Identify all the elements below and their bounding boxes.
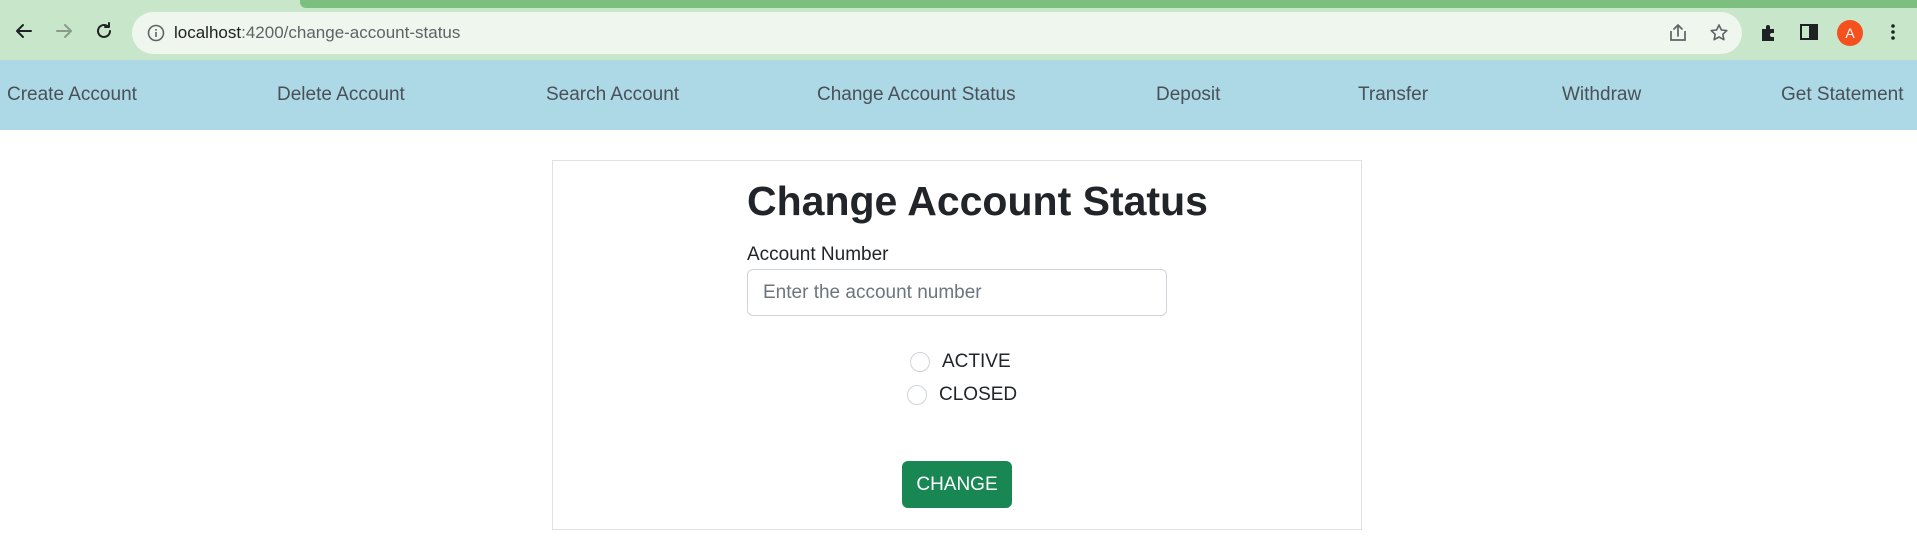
page-title: Change Account Status	[747, 178, 1208, 224]
radio-active-label: ACTIVE	[942, 351, 1011, 372]
kebab-menu-icon[interactable]	[1882, 21, 1904, 43]
back-arrow-icon[interactable]	[11, 18, 37, 44]
share-icon[interactable]	[1667, 22, 1689, 44]
radio-closed[interactable]	[907, 385, 927, 405]
status-option-active[interactable]: ACTIVE	[910, 351, 1011, 373]
address-bar[interactable]: localhost:4200/change-account-status	[132, 12, 1742, 54]
account-number-label: Account Number	[747, 244, 889, 265]
main-navbar: Create Account Delete Account Search Acc…	[0, 60, 1917, 130]
nav-search-account[interactable]: Search Account	[546, 60, 679, 130]
radio-closed-label: CLOSED	[939, 384, 1018, 405]
browser-toolbar: localhost:4200/change-account-status A	[0, 0, 1917, 60]
nav-deposit[interactable]: Deposit	[1156, 60, 1220, 130]
nav-get-statement[interactable]: Get Statement	[1781, 60, 1904, 130]
tab-strip	[300, 0, 1917, 8]
url-host: localhost	[174, 23, 242, 42]
star-icon[interactable]	[1708, 22, 1730, 44]
side-panel-icon[interactable]	[1798, 21, 1820, 43]
status-option-closed[interactable]: CLOSED	[907, 384, 1017, 406]
nav-change-account-status[interactable]: Change Account Status	[817, 60, 1016, 130]
extensions-icon[interactable]	[1758, 21, 1780, 43]
url-text: localhost:4200/change-account-status	[174, 23, 460, 43]
change-button[interactable]: CHANGE	[902, 461, 1012, 508]
url-path: :4200/change-account-status	[241, 23, 461, 42]
radio-active[interactable]	[910, 352, 930, 372]
nav-delete-account[interactable]: Delete Account	[277, 60, 405, 130]
forward-arrow-icon[interactable]	[51, 18, 77, 44]
info-icon[interactable]	[146, 23, 166, 43]
nav-transfer[interactable]: Transfer	[1358, 60, 1428, 130]
nav-create-account[interactable]: Create Account	[7, 60, 137, 130]
nav-withdraw[interactable]: Withdraw	[1562, 60, 1641, 130]
profile-avatar[interactable]: A	[1837, 20, 1863, 46]
account-number-input[interactable]	[747, 269, 1167, 316]
reload-icon[interactable]	[91, 18, 117, 44]
